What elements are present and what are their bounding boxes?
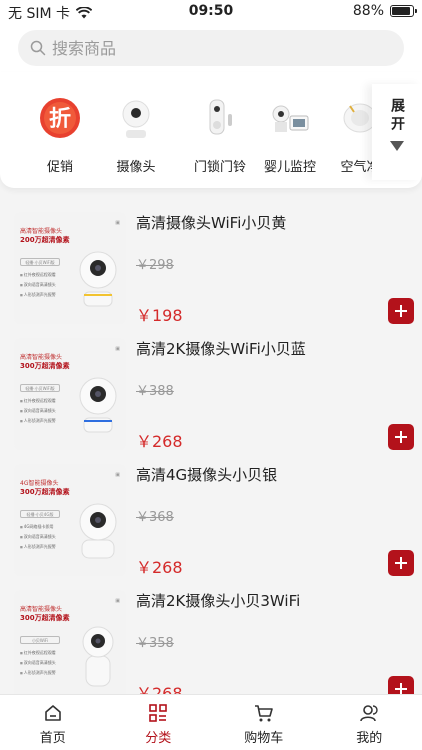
add-to-cart-button[interactable]: [388, 676, 414, 694]
category-item-air-purifier[interactable]: 空气净: [318, 94, 372, 175]
add-to-cart-button[interactable]: [388, 298, 414, 324]
tab-label: 分类: [145, 731, 172, 746]
search-header: [0, 24, 422, 72]
category-label: 摄像头: [116, 160, 156, 175]
battery-icon: [390, 5, 417, 17]
product-thumbnail: ▣ 高清智能摄像头 300万超清像素 轻播·小贝WiFi版 红外夜视远程观看 双…: [14, 338, 126, 450]
tab-home[interactable]: 首页: [0, 695, 106, 750]
category-scroll[interactable]: 折 促销 摄像头 门锁门铃 婴儿监控 空气: [0, 72, 372, 188]
sale-icon: 折: [36, 94, 84, 142]
product-thumbnail: ▣ 高清智能摄像头 300万超清像素 小贝WiFi 红外夜视远程观看 双向语音高…: [14, 590, 126, 694]
camera-product-icon: [82, 626, 114, 687]
category-item-camera[interactable]: 摄像头: [94, 94, 178, 175]
home-icon: [44, 705, 61, 721]
category-icon: [149, 704, 168, 722]
search-input[interactable]: [52, 38, 372, 58]
original-price: ￥368: [136, 510, 174, 525]
cart-icon: [254, 705, 273, 722]
brand-logo-icon: ▣: [115, 598, 120, 604]
product-price: ￥268: [136, 684, 183, 694]
camera-product-icon: [79, 503, 117, 559]
product-price: ￥268: [136, 558, 183, 577]
camera-product-icon: [79, 251, 117, 307]
product-name[interactable]: 高清2K摄像头WiFi小贝蓝: [136, 338, 306, 359]
category-bar: 折 促销 摄像头 门锁门铃 婴儿监控 空气 展开: [0, 72, 422, 188]
original-price: ￥388: [136, 384, 174, 399]
category-label: 促销: [46, 160, 73, 175]
category-item-sale[interactable]: 折 促销: [18, 94, 102, 175]
sale-badge-text: 折: [49, 107, 71, 132]
product-thumbnail: ▣ 4G智能摄像头 300万超清像素 轻播·小贝4G版 4G网络插卡即用 双向语…: [14, 464, 126, 576]
baby-monitor-icon: [266, 94, 314, 142]
add-to-cart-button[interactable]: [388, 550, 414, 576]
product-price: ￥198: [136, 306, 183, 325]
status-bar: 无 SIM 卡 09:50 88%: [0, 0, 422, 24]
tab-label: 首页: [39, 731, 66, 746]
product-card[interactable]: ▣ 高清智能摄像头 200万超清像素 轻播·小贝WiFi版 红外夜视远程观看 双…: [14, 212, 414, 325]
air-purifier-icon: [336, 94, 372, 142]
product-list[interactable]: ▣ 高清智能摄像头 200万超清像素 轻播·小贝WiFi版 红外夜视远程观看 双…: [0, 206, 422, 694]
tab-category[interactable]: 分类: [106, 695, 212, 750]
bottom-tab-bar: 首页 分类 购物车 我的: [0, 694, 422, 750]
product-name[interactable]: 高清4G摄像头小贝银: [136, 464, 277, 485]
battery-level: [392, 7, 410, 15]
product-price: ￥268: [136, 432, 183, 451]
product-card[interactable]: ▣ 高清智能摄像头 300万超清像素 轻播·小贝WiFi版 红外夜视远程观看 双…: [14, 338, 414, 451]
tab-profile[interactable]: 我的: [317, 695, 422, 750]
product-card[interactable]: ▣ 高清智能摄像头 300万超清像素 小贝WiFi 红外夜视远程观看 双向语音高…: [14, 590, 414, 694]
search-icon: [30, 40, 46, 56]
camera-product-icon: [79, 377, 117, 433]
tab-label: 购物车: [244, 731, 284, 746]
category-label: 空气净: [340, 160, 372, 175]
doorbell-icon: [196, 94, 244, 142]
brand-logo-icon: ▣: [115, 346, 120, 352]
brand-logo-icon: ▣: [115, 220, 120, 226]
brand-logo-icon: ▣: [115, 472, 120, 478]
tab-label: 我的: [356, 731, 383, 746]
product-thumbnail: ▣ 高清智能摄像头 200万超清像素 轻播·小贝WiFi版 红外夜视远程观看 双…: [14, 212, 126, 324]
original-price: ￥298: [136, 258, 174, 273]
expand-categories-button[interactable]: 展开: [372, 84, 422, 180]
battery-percent: 88%: [352, 3, 384, 19]
product-card[interactable]: ▣ 4G智能摄像头 300万超清像素 轻播·小贝4G版 4G网络插卡即用 双向语…: [14, 464, 414, 577]
product-name[interactable]: 高清2K摄像头小贝3WiFi: [136, 590, 300, 611]
camera-icon: [112, 94, 160, 142]
add-to-cart-button[interactable]: [388, 424, 414, 450]
search-bar[interactable]: [18, 30, 404, 66]
product-name[interactable]: 高清摄像头WiFi小贝黄: [136, 212, 286, 233]
profile-icon: [360, 705, 378, 722]
tab-cart[interactable]: 购物车: [211, 695, 317, 750]
expand-label: 展开: [389, 98, 405, 134]
triangle-down-icon: [390, 141, 404, 151]
original-price: ￥358: [136, 636, 174, 651]
